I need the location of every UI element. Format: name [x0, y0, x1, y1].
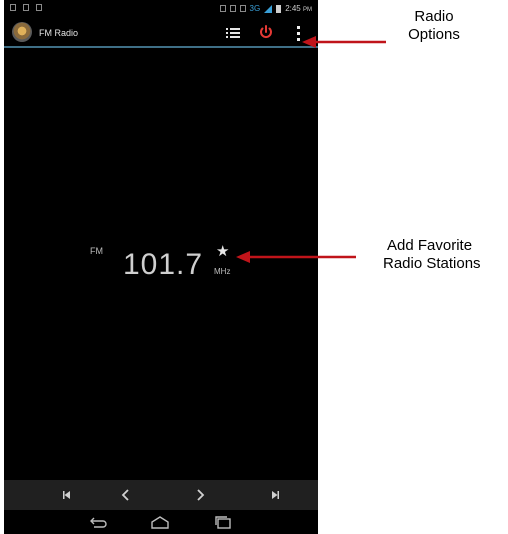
home-button[interactable]: [147, 514, 173, 530]
skip-next-button[interactable]: [261, 480, 291, 510]
notification-icon: [10, 4, 16, 11]
signal-icon: [264, 4, 273, 13]
wifi-icon: [239, 5, 246, 12]
overflow-menu-button[interactable]: [294, 24, 304, 42]
annotation-line: Options: [408, 26, 460, 43]
notification-icons: [10, 4, 42, 11]
seek-back-icon: [121, 489, 129, 501]
favorite-annotation: Add Favorite Radio Stations: [383, 237, 508, 273]
app-title: FM Radio: [39, 28, 79, 38]
star-icon[interactable]: ★: [216, 244, 229, 259]
phone-screen: 3G 2:45 PM FM Radio FM 101.7 ★ MHz: [4, 0, 318, 534]
list-line: [230, 32, 240, 34]
notification-icon: [23, 4, 29, 11]
clock: 2:45 PM: [285, 4, 312, 13]
list-bullet: [226, 28, 228, 30]
radio-logo-icon[interactable]: [12, 22, 32, 42]
skip-next-icon: [272, 491, 279, 499]
back-button[interactable]: [84, 514, 110, 530]
frequency-display: 101.7: [123, 248, 204, 281]
clock-time: 2:45: [285, 4, 301, 13]
battery-icon: [276, 4, 282, 13]
seek-forward-icon: [197, 489, 205, 501]
action-bar-divider: [4, 46, 318, 48]
recents-button[interactable]: [210, 514, 236, 530]
headset-icon: [229, 5, 236, 12]
power-icon: [260, 25, 272, 38]
vibrate-icon: [219, 5, 226, 12]
clock-ampm: PM: [303, 7, 312, 13]
home-icon: [151, 516, 169, 529]
list-bullet: [226, 32, 228, 34]
menu-dot: [297, 38, 300, 41]
seek-back-button[interactable]: [110, 480, 140, 510]
action-bar: FM Radio: [4, 20, 318, 46]
system-navigation-bar: [4, 510, 318, 534]
annotation-line: Radio Stations: [383, 255, 481, 272]
list-bullet: [226, 36, 228, 38]
seek-forward-button[interactable]: [186, 480, 216, 510]
power-button[interactable]: [258, 24, 274, 40]
menu-dot: [297, 26, 300, 29]
tuning-controls: [4, 480, 318, 510]
list-line: [230, 28, 240, 30]
radio-options-annotation: Radio Options: [392, 8, 476, 44]
annotation-line: Add Favorite: [387, 237, 473, 254]
annotation-line: Radio: [414, 8, 454, 25]
download-icon: [36, 4, 42, 11]
back-icon: [90, 517, 107, 528]
system-status: 3G 2:45 PM: [219, 4, 312, 13]
unit-label: MHz: [214, 267, 231, 276]
status-bar: 3G 2:45 PM: [4, 0, 318, 18]
skip-previous-icon: [63, 491, 70, 499]
station-list-button[interactable]: [226, 25, 240, 41]
recents-icon: [215, 516, 231, 529]
skip-previous-button[interactable]: [51, 480, 81, 510]
menu-dot: [297, 32, 300, 35]
network-type: 3G: [249, 4, 261, 13]
band-label: FM: [90, 246, 103, 256]
list-line: [230, 36, 240, 38]
